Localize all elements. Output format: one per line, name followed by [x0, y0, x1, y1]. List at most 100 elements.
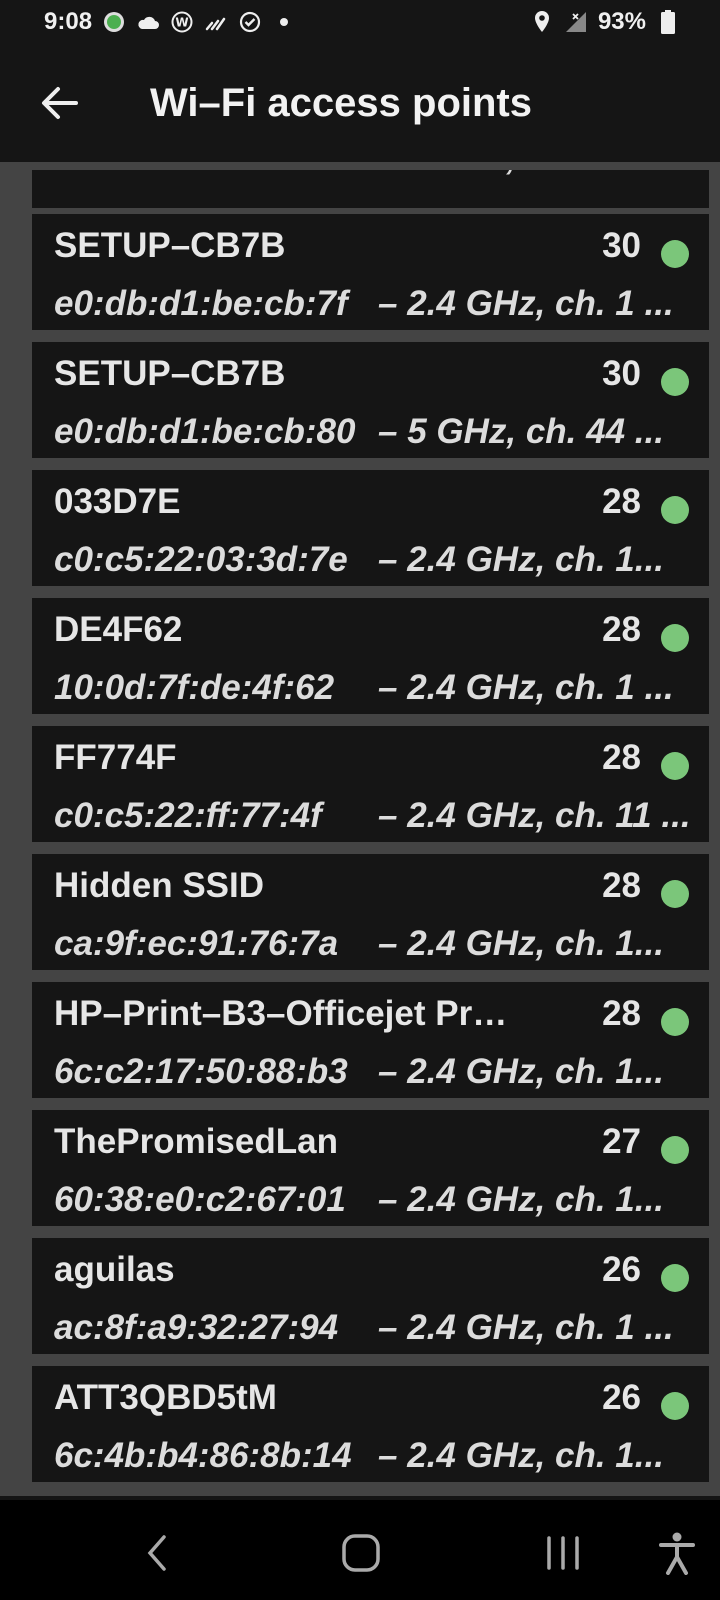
ap-ssid: DE4F62	[54, 610, 183, 649]
home-nav-button[interactable]	[326, 1518, 396, 1588]
ap-mac: 6c:4b:b4:86:8b:14	[54, 1436, 352, 1475]
ap-band: – 2.4 GHz, ch. 1 ...	[378, 1308, 674, 1347]
access-point-rows: SETUP–CB7B 30 e0:db:d1:be:cb:7f – 2.4 GHz, …	[32, 214, 709, 1494]
ap-details: 10:0d:7f:de:4f:62 – 2.4 GHz, ch. 1 ...	[54, 668, 704, 708]
list-item[interactable]: ThePromisedLan 27 60:38:e0:c2:67:01 – 2.4 G…	[32, 1110, 709, 1226]
signal-dot-icon	[661, 496, 689, 524]
list-item-partial[interactable]: e2:db:d1:c6:cb: – 5 GHz, ch. 44 –…	[32, 170, 709, 208]
status-right: 93%	[530, 8, 680, 36]
ap-ssid: aguilas	[54, 1250, 175, 1289]
ap-band: – 2.4 GHz, ch. 1 ...	[378, 284, 674, 323]
ap-signal-level: 26	[602, 1378, 641, 1417]
ap-mac: 10:0d:7f:de:4f:62	[54, 668, 335, 707]
ap-signal-level: 28	[602, 738, 641, 777]
ap-mac: ac:8f:a9:32:27:94	[54, 1308, 339, 1347]
list-item[interactable]: aguilas 26 ac:8f:a9:32:27:94 – 2.4 GHz, ch.…	[32, 1238, 709, 1354]
recents-nav-icon	[547, 1536, 579, 1570]
list-item[interactable]: Hidden SSID 28 ca:9f:ec:91:76:7a – 2.4 GHz,…	[32, 854, 709, 970]
ap-mac: e2:db:d1:c6:cb:	[54, 170, 364, 178]
back-nav-button[interactable]	[122, 1518, 192, 1588]
signal-dot-icon	[661, 624, 689, 652]
list-item[interactable]: ATT3QBD5tM 26 6c:4b:b4:86:8b:14 – 2.4 GHz, …	[32, 1366, 709, 1482]
back-button[interactable]	[0, 44, 120, 162]
signal-dot-icon	[661, 1264, 689, 1292]
ap-mac: 60:38:e0:c2:67:01	[54, 1180, 346, 1219]
access-point-list[interactable]: e2:db:d1:c6:cb: – 5 GHz, ch. 44 –… SETUP…	[0, 162, 720, 1496]
check-circle-icon	[238, 10, 262, 34]
ap-ssid: HP–Print–B3–Officejet Pr…	[54, 994, 508, 1033]
ap-signal-level: 30	[602, 354, 641, 393]
ap-details: e0:db:d1:be:cb:80 – 5 GHz, ch. 44 ...	[54, 412, 704, 452]
navigation-bar	[0, 1500, 720, 1600]
ap-ssid: FF774F	[54, 738, 177, 777]
ap-band: – 5 GHz, ch. 44 ...	[378, 412, 664, 451]
signal-dot-icon	[661, 1008, 689, 1036]
ap-mac: c0:c5:22:03:3d:7e	[54, 540, 348, 579]
ap-band: – 5 GHz, ch. 44 –…	[378, 170, 704, 178]
wordpress-icon: W	[170, 10, 194, 34]
signal-icon	[564, 10, 588, 34]
ap-ssid: Hidden SSID	[54, 866, 265, 905]
ap-details: 6c:c2:17:50:88:b3 – 2.4 GHz, ch. 1...	[54, 1052, 704, 1092]
ap-mac: c0:c5:22:ff:77:4f	[54, 796, 322, 835]
signal-dot-icon	[661, 1392, 689, 1420]
ap-ssid: ThePromisedLan	[54, 1122, 338, 1161]
arrow-back-icon	[42, 87, 78, 119]
battery-percent: 93%	[597, 8, 646, 35]
ap-band: – 2.4 GHz, ch. 1...	[378, 1180, 664, 1219]
status-time: 9:08	[44, 8, 93, 35]
ap-details: e0:db:d1:be:cb:7f – 2.4 GHz, ch. 1 ...	[54, 284, 704, 324]
svg-text:W: W	[175, 16, 188, 30]
ap-signal-level: 28	[602, 482, 641, 521]
back-nav-icon	[147, 1535, 166, 1571]
ap-mac: 6c:c2:17:50:88:b3	[54, 1052, 348, 1091]
battery-icon	[656, 10, 680, 34]
ap-mac: e0:db:d1:be:cb:7f	[54, 284, 348, 323]
ap-details: c0:c5:22:03:3d:7e – 2.4 GHz, ch. 1...	[54, 540, 704, 580]
ap-details: 60:38:e0:c2:67:01 – 2.4 GHz, ch. 1...	[54, 1180, 704, 1220]
dot-icon	[272, 10, 296, 34]
list-item[interactable]: SETUP–CB7B 30 e0:db:d1:be:cb:80 – 5 GHz, ch…	[32, 342, 709, 458]
ap-signal-level: 28	[602, 610, 641, 649]
signal-dot-icon	[661, 368, 689, 396]
list-item[interactable]: 033D7E 28 c0:c5:22:03:3d:7e – 2.4 GHz, ch. …	[32, 470, 709, 586]
ap-band: – 2.4 GHz, ch. 1...	[378, 1052, 664, 1091]
wifi-calling-icon	[204, 10, 228, 34]
ap-details: 6c:4b:b4:86:8b:14 – 2.4 GHz, ch. 1...	[54, 1436, 704, 1476]
list-item[interactable]: SETUP–CB7B 30 e0:db:d1:be:cb:7f – 2.4 GHz, …	[32, 214, 709, 330]
app-bar: Wi–Fi access points	[0, 44, 720, 162]
ap-signal-level: 30	[602, 226, 641, 265]
ap-signal-level: 28	[602, 994, 641, 1033]
signal-dot-icon	[661, 240, 689, 268]
ap-ssid: 033D7E	[54, 482, 181, 521]
cloud-icon	[136, 10, 160, 34]
ap-mac: e0:db:d1:be:cb:80	[54, 412, 356, 451]
status-left: 9:08 W	[44, 8, 296, 36]
recents-nav-button[interactable]	[528, 1518, 598, 1588]
ap-details: c0:c5:22:ff:77:4f – 2.4 GHz, ch. 11 ...	[54, 796, 704, 836]
ap-details: e2:db:d1:c6:cb: – 5 GHz, ch. 44 –…	[54, 170, 704, 178]
ap-signal-level: 28	[602, 866, 641, 905]
list-item[interactable]: DE4F62 28 10:0d:7f:de:4f:62 – 2.4 GHz, ch. …	[32, 598, 709, 714]
ap-signal-level: 26	[602, 1250, 641, 1289]
ap-band: – 2.4 GHz, ch. 1...	[378, 540, 664, 579]
signal-dot-icon	[661, 1136, 689, 1164]
ap-details: ca:9f:ec:91:76:7a – 2.4 GHz, ch. 1...	[54, 924, 704, 964]
ap-band: – 2.4 GHz, ch. 1...	[378, 924, 664, 963]
list-item[interactable]: FF774F 28 c0:c5:22:ff:77:4f – 2.4 GHz, ch. …	[32, 726, 709, 842]
page-title: Wi–Fi access points	[150, 80, 532, 125]
status-bar: 9:08 W 93%	[0, 0, 720, 44]
ap-ssid: SETUP–CB7B	[54, 226, 286, 265]
signal-dot-icon	[661, 880, 689, 908]
accessibility-button[interactable]	[642, 1518, 712, 1588]
ap-ssid: ATT3QBD5tM	[54, 1378, 277, 1417]
ap-band: – 2.4 GHz, ch. 1...	[378, 1436, 664, 1475]
ap-signal-level: 27	[602, 1122, 641, 1161]
accessibility-icon	[659, 1532, 695, 1575]
ap-mac: ca:9f:ec:91:76:7a	[54, 924, 339, 963]
location-icon	[530, 10, 554, 34]
list-item[interactable]: HP–Print–B3–Officejet Pr… 28 6c:c2:17:50:8…	[32, 982, 709, 1098]
signal-dot-icon	[661, 752, 689, 780]
ap-band: – 2.4 GHz, ch. 11 ...	[378, 796, 691, 835]
ap-band: – 2.4 GHz, ch. 1 ...	[378, 668, 674, 707]
